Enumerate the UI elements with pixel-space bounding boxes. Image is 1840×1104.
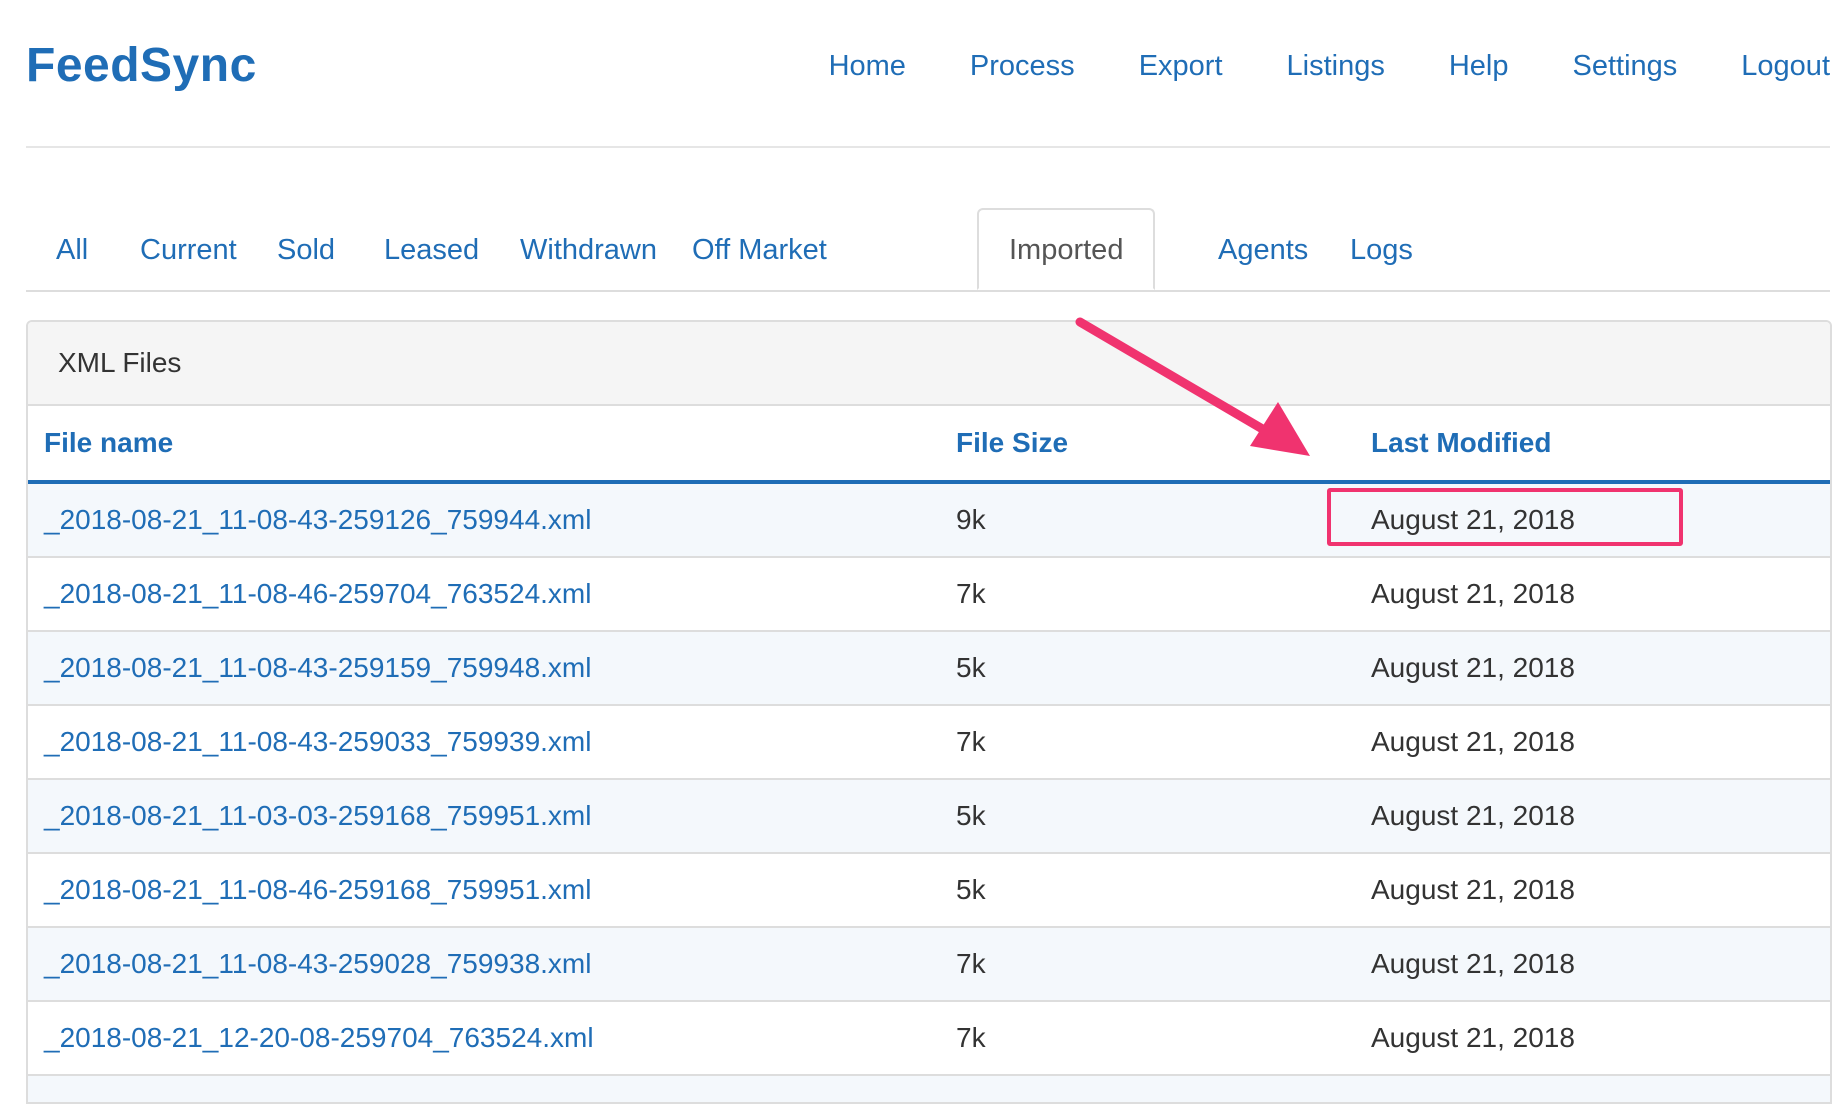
xml-files-panel: XML Files File name File Size Last Modif…	[26, 320, 1832, 1104]
table-row: _2018-08-21_11-08-43-259159_759948.xml 5…	[28, 631, 1830, 706]
nav-logout[interactable]: Logout	[1741, 50, 1830, 83]
file-size: 7k	[956, 705, 1371, 780]
file-link[interactable]: _2018-08-21_11-08-43-259159_759948.xml	[44, 652, 591, 683]
file-link[interactable]: _2018-08-21_11-08-43-259033_759939.xml	[44, 726, 591, 757]
tab-imported[interactable]: Imported	[977, 208, 1156, 290]
nav-export[interactable]: Export	[1139, 50, 1223, 83]
panel-title: XML Files	[28, 322, 1830, 406]
last-modified: August 21, 2018	[1371, 705, 1830, 780]
tab-logs[interactable]: Logs	[1320, 208, 1443, 290]
file-size: 7k	[956, 1001, 1371, 1076]
nav-home[interactable]: Home	[829, 50, 906, 83]
nav-listings[interactable]: Listings	[1287, 50, 1385, 83]
brand-logo[interactable]: FeedSync	[26, 38, 257, 93]
site-header: FeedSync Home Process Export Listings He…	[26, 0, 1830, 148]
last-modified: August 21, 2018	[1371, 853, 1830, 928]
file-link[interactable]: _2018-08-21_11-08-43-259028_759938.xml	[44, 948, 591, 979]
tab-leased[interactable]: Leased	[354, 208, 509, 290]
table-row: _2018-08-21_11-08-43-259028_759938.xml 7…	[28, 927, 1830, 1002]
last-modified: August 21, 2018	[1371, 779, 1830, 854]
table-row: _2018-08-21_11-08-46-259704_763524.xml 7…	[28, 557, 1830, 632]
file-link[interactable]: _2018-08-21_11-08-46-259704_763524.xml	[44, 578, 591, 609]
file-size: 9k	[956, 482, 1371, 558]
annotation-arrow-icon	[1075, 317, 1310, 456]
file-size: 7k	[956, 557, 1371, 632]
file-link[interactable]: _2018-08-21_11-08-43-259126_759944.xml	[44, 504, 591, 535]
file-link[interactable]: _2018-08-21_11-03-03-259168_759951.xml	[44, 800, 591, 831]
tab-current[interactable]: Current	[110, 208, 267, 290]
table-row: _2018-08-21_11-08-43-259033_759939.xml 7…	[28, 705, 1830, 780]
table-row: _2018-08-21_11-08-46-259168_759951.xml 5…	[28, 853, 1830, 928]
nav-settings[interactable]: Settings	[1573, 50, 1678, 83]
tab-sold[interactable]: Sold	[247, 208, 365, 290]
tab-all[interactable]: All	[26, 208, 118, 290]
file-size: 5k	[956, 853, 1371, 928]
file-link[interactable]: _2018-08-21_12-20-08-259704_763524.xml	[44, 1022, 594, 1053]
main-nav: Home Process Export Listings Help Settin…	[765, 50, 1830, 83]
tab-off-market[interactable]: Off Market	[662, 208, 857, 290]
column-last-modified[interactable]: Last Modified	[1371, 406, 1830, 484]
table-row: _2018-08-21_11-03-03-259168_759951.xml 5…	[28, 779, 1830, 854]
file-size: 5k	[956, 779, 1371, 854]
nav-process[interactable]: Process	[970, 50, 1075, 83]
last-modified: August 21, 2018	[1371, 1001, 1830, 1076]
last-modified: August 21, 2018	[1371, 557, 1830, 632]
table-row: _2018-08-21_12-20-08-259704_763524.xml 7…	[28, 1001, 1830, 1076]
annotation-highlight-box	[1327, 488, 1683, 546]
file-size: 7k	[956, 927, 1371, 1002]
tab-withdrawn[interactable]: Withdrawn	[490, 208, 687, 290]
last-modified: August 21, 2018	[1371, 927, 1830, 1002]
nav-help[interactable]: Help	[1449, 50, 1509, 83]
file-link[interactable]: _2018-08-21_11-08-46-259168_759951.xml	[44, 874, 591, 905]
listing-tabs: All Current Sold Leased Withdrawn Off Ma…	[26, 208, 1830, 292]
file-size: 5k	[956, 631, 1371, 706]
tab-agents[interactable]: Agents	[1188, 208, 1338, 290]
last-modified: August 21, 2018	[1371, 631, 1830, 706]
table-header-row: File name File Size Last Modified	[28, 406, 1830, 484]
column-file-name[interactable]: File name	[28, 406, 956, 484]
